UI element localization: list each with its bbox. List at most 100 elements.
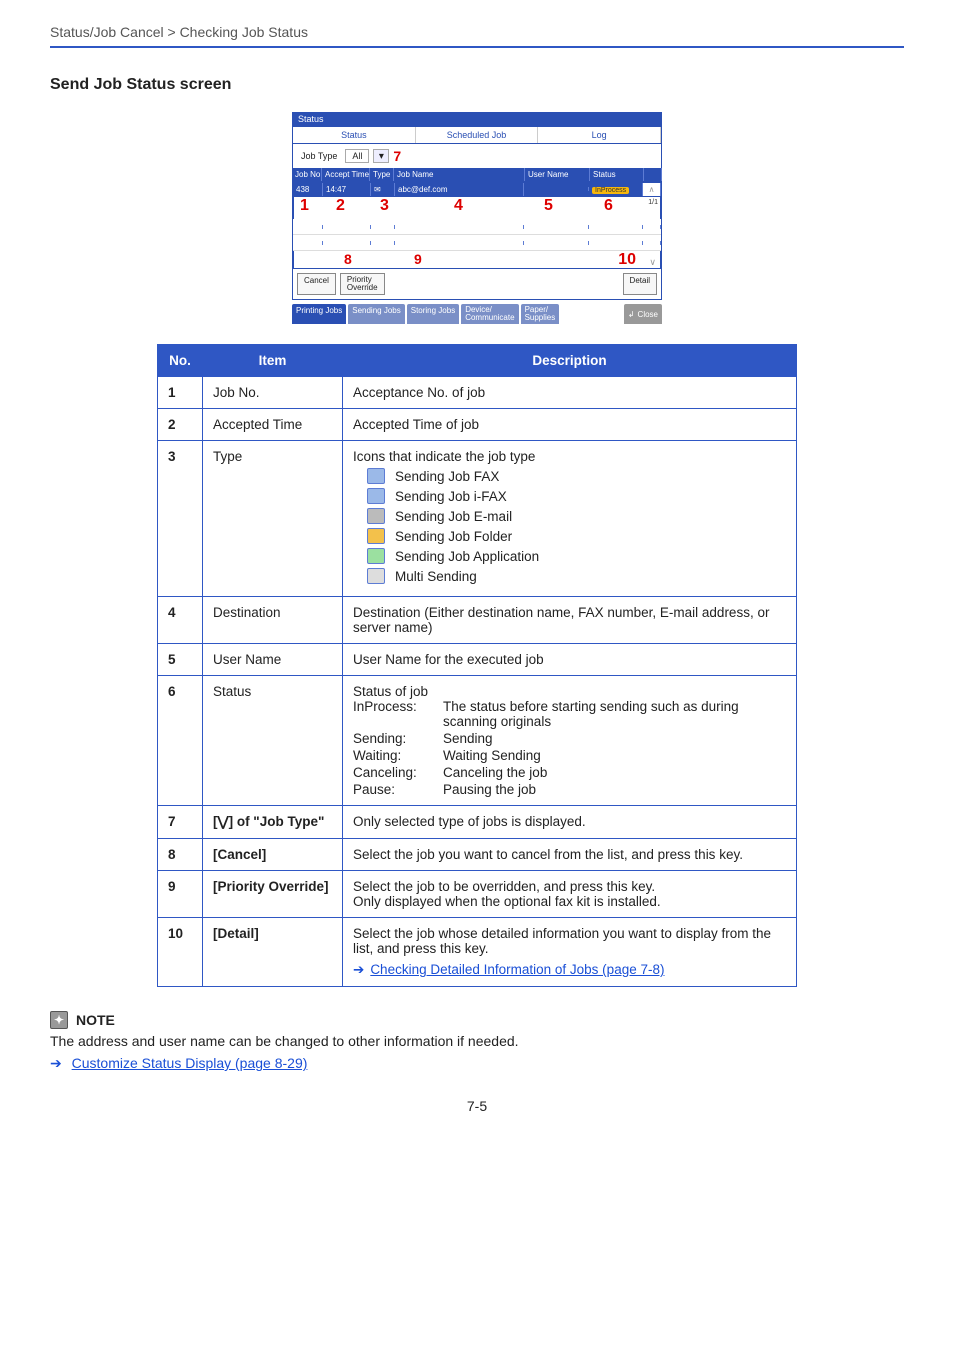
col-type: Type	[370, 168, 394, 181]
jobtype-icon	[367, 468, 385, 484]
cell-status: InProcess	[589, 183, 643, 196]
section-title: Send Job Status screen	[50, 76, 904, 94]
row-item: User Name	[203, 644, 343, 676]
row-desc: Acceptance No. of job	[343, 377, 797, 409]
page-indicator: 1/1	[648, 199, 658, 206]
arrow-icon: ➔	[50, 1055, 62, 1071]
row-no: 8	[158, 839, 203, 871]
status-val: Canceling the job	[443, 765, 786, 780]
foot-close[interactable]: ↲Close	[624, 304, 662, 324]
icon-label: Sending Job Application	[395, 549, 539, 564]
icon-label: Sending Job E-mail	[395, 509, 512, 524]
row-desc: User Name for the executed job	[343, 644, 797, 676]
col-name: Job Name	[394, 168, 525, 181]
row-item: Destination	[203, 597, 343, 644]
row-no: 10	[158, 918, 203, 987]
row-desc: Destination (Either destination name, FA…	[343, 597, 797, 644]
job-row[interactable]: 438 14:47 ✉ abc@def.com InProcess ∧	[293, 181, 661, 197]
status-val: The status before starting sending such …	[443, 699, 786, 729]
marker-1: 1	[300, 197, 309, 215]
th-desc: Description	[343, 345, 797, 377]
foot-sending[interactable]: Sending Jobs	[348, 304, 404, 324]
note-heading: NOTE	[76, 1012, 115, 1028]
row-desc: Select the job to be overridden, and pre…	[343, 871, 797, 918]
row-item: [Detail]	[203, 918, 343, 987]
note-text: The address and user name can be changed…	[50, 1033, 904, 1049]
marker-5: 5	[544, 197, 553, 215]
foot-storing[interactable]: Storing Jobs	[407, 304, 459, 324]
cell-time: 14:47	[323, 183, 371, 196]
row-desc: Select the job you want to cancel from t…	[343, 839, 797, 871]
marker-10: 10	[618, 251, 636, 269]
row-desc: Only selected type of jobs is displayed.	[343, 806, 797, 839]
row-no: 2	[158, 409, 203, 441]
scroll-down-icon[interactable]: ∨	[649, 257, 656, 268]
jobtype-select[interactable]: All	[345, 149, 369, 163]
row-no: 4	[158, 597, 203, 644]
row-item: [Priority Override]	[203, 871, 343, 918]
priority-override-button[interactable]: Priority Override	[340, 273, 385, 295]
th-item: Item	[203, 345, 343, 377]
status-val: Pausing the job	[443, 782, 786, 797]
breadcrumb: Status/Job Cancel > Checking Job Status	[50, 24, 904, 48]
marker-2: 2	[336, 197, 345, 215]
jobtype-label: Job Type	[297, 151, 341, 161]
arrow-icon: ➔	[353, 962, 364, 977]
tab-scheduled[interactable]: Scheduled Job	[416, 127, 539, 143]
marker-6: 6	[604, 197, 613, 215]
marker-8: 8	[344, 251, 352, 267]
row-item: Accepted Time	[203, 409, 343, 441]
scroll-up-icon[interactable]: ∧	[643, 183, 661, 196]
jobtype-icon	[367, 528, 385, 544]
col-status: Status	[590, 168, 644, 181]
icon-label: Sending Job Folder	[395, 529, 512, 544]
description-table: No. Item Description 1Job No.Acceptance …	[157, 344, 797, 987]
jobtype-icon	[367, 548, 385, 564]
note-icon: ✦	[50, 1011, 68, 1029]
row-desc: Select the job whose detailed informatio…	[343, 918, 797, 987]
foot-device[interactable]: Device/ Communicate	[461, 304, 518, 324]
status-val: Sending	[443, 731, 786, 746]
cell-user	[524, 187, 589, 191]
cell-no: 438	[293, 183, 323, 196]
row-item: Status	[203, 676, 343, 806]
row-item: Job No.	[203, 377, 343, 409]
foot-paper[interactable]: Paper/ Supplies	[521, 304, 560, 324]
foot-printing[interactable]: Printing Jobs	[292, 304, 346, 324]
col-user: User Name	[525, 168, 590, 181]
row-item: [⋁] of "Job Type"	[203, 806, 343, 839]
status-key: Sending:	[353, 731, 443, 746]
row-item: [Cancel]	[203, 839, 343, 871]
cancel-button[interactable]: Cancel	[297, 273, 336, 295]
row-desc: Status of jobInProcess:The status before…	[343, 676, 797, 806]
jobtype-icon	[367, 508, 385, 524]
marker-9: 9	[414, 251, 422, 267]
row-no: 5	[158, 644, 203, 676]
note-link[interactable]: Customize Status Display (page 8-29)	[72, 1055, 308, 1071]
status-key: Pause:	[353, 782, 443, 797]
detail-button[interactable]: Detail	[623, 273, 657, 295]
jobtype-icon	[367, 568, 385, 584]
tab-log[interactable]: Log	[538, 127, 661, 143]
status-val: Waiting Sending	[443, 748, 786, 763]
row-no: 6	[158, 676, 203, 806]
device-panel: Status Status Scheduled Job Log Job Type…	[292, 112, 662, 324]
jobtype-dropdown-icon[interactable]: ▾	[373, 149, 389, 163]
icon-label: Multi Sending	[395, 569, 477, 584]
marker-7: 7	[393, 148, 401, 164]
row-no: 9	[158, 871, 203, 918]
icon-label: Sending Job i-FAX	[395, 489, 507, 504]
panel-header: Status	[292, 112, 662, 126]
icon-label: Sending Job FAX	[395, 469, 499, 484]
jobtype-icon	[367, 488, 385, 504]
cell-type-icon: ✉	[371, 183, 395, 196]
detail-link[interactable]: Checking Detailed Information of Jobs (p…	[370, 962, 664, 977]
row-desc: Icons that indicate the job typeSending …	[343, 441, 797, 597]
tab-status[interactable]: Status	[293, 127, 416, 143]
status-key: Waiting:	[353, 748, 443, 763]
col-time: Accept Time	[322, 168, 370, 181]
status-key: Canceling:	[353, 765, 443, 780]
row-no: 1	[158, 377, 203, 409]
row-desc: Accepted Time of job	[343, 409, 797, 441]
marker-4: 4	[454, 197, 463, 215]
